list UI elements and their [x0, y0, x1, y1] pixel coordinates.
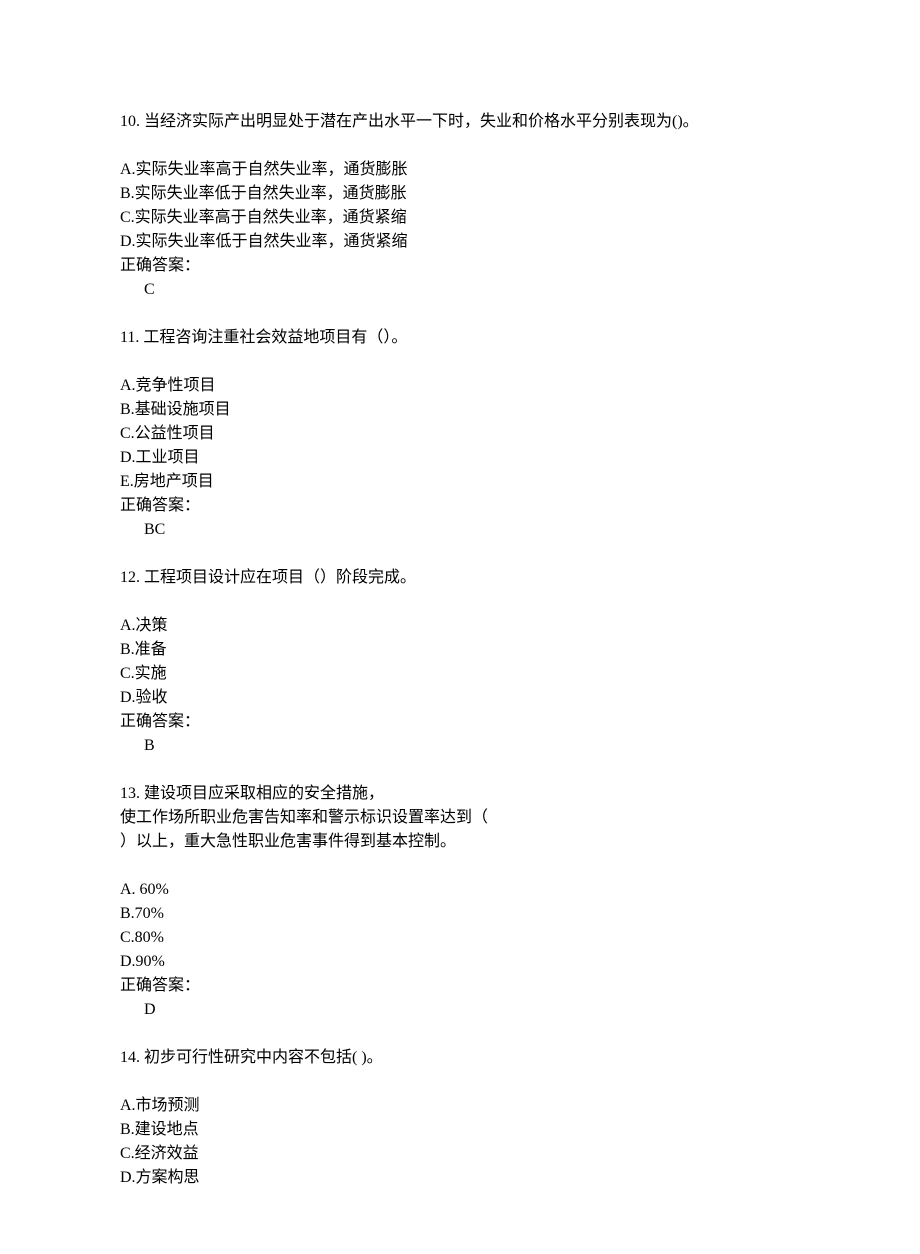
- option-c: C.实际失业率高于自然失业率，通货紧缩: [120, 206, 800, 230]
- question-body: 当经济实际产出明显处于潜在产出水平一下时，失业和价格水平分别表现为()。: [140, 113, 699, 130]
- question-10: 10. 当经济实际产出明显处于潜在产出水平一下时，失业和价格水平分别表现为()。…: [120, 110, 800, 302]
- answer-label: 正确答案：: [120, 974, 800, 998]
- option-c: C.实施: [120, 662, 800, 686]
- answer-value: D: [120, 998, 800, 1022]
- option-a: A. 60%: [120, 878, 800, 902]
- question-body: 建设项目应采取相应的安全措施，: [140, 785, 384, 802]
- question-number: 14.: [120, 1049, 140, 1066]
- question-text: 13. 建设项目应采取相应的安全措施， 使工作场所职业危害告知率和警示标识设置率…: [120, 782, 800, 854]
- options-group: A.市场预测 B.建设地点 C.经济效益 D.方案构思: [120, 1094, 800, 1190]
- question-number: 13.: [120, 785, 140, 802]
- option-b: B.实际失业率低于自然失业率，通货膨胀: [120, 182, 800, 206]
- question-body: 工程咨询注重社会效益地项目有（）。: [139, 329, 407, 346]
- option-d: D.方案构思: [120, 1166, 800, 1190]
- answer-label: 正确答案：: [120, 710, 800, 734]
- question-13: 13. 建设项目应采取相应的安全措施， 使工作场所职业危害告知率和警示标识设置率…: [120, 782, 800, 1022]
- options-group: A.决策 B.准备 C.实施 D.验收 正确答案： B: [120, 614, 800, 758]
- option-b: B.建设地点: [120, 1118, 800, 1142]
- option-d: D.验收: [120, 686, 800, 710]
- question-body: 工程项目设计应在项目（）阶段完成。: [140, 569, 416, 586]
- question-11: 11. 工程咨询注重社会效益地项目有（）。 A.竞争性项目 B.基础设施项目 C…: [120, 326, 800, 542]
- options-group: A.竞争性项目 B.基础设施项目 C.公益性项目 D.工业项目 E.房地产项目 …: [120, 374, 800, 542]
- question-extra-line-2: ）以上，重大急性职业危害事件得到基本控制。: [120, 830, 800, 854]
- option-a: A.市场预测: [120, 1094, 800, 1118]
- option-d: D.工业项目: [120, 446, 800, 470]
- option-c: C.公益性项目: [120, 422, 800, 446]
- answer-label: 正确答案：: [120, 494, 800, 518]
- question-body: 初步可行性研究中内容不包括( )。: [140, 1049, 383, 1066]
- option-a: A.决策: [120, 614, 800, 638]
- options-group: A.实际失业率高于自然失业率，通货膨胀 B.实际失业率低于自然失业率，通货膨胀 …: [120, 158, 800, 302]
- option-b: B.基础设施项目: [120, 398, 800, 422]
- question-text: 10. 当经济实际产出明显处于潜在产出水平一下时，失业和价格水平分别表现为()。: [120, 110, 800, 134]
- option-b: B.准备: [120, 638, 800, 662]
- answer-value: B: [120, 734, 800, 758]
- option-a: A.实际失业率高于自然失业率，通货膨胀: [120, 158, 800, 182]
- option-c: C.80%: [120, 926, 800, 950]
- question-number: 11.: [120, 329, 139, 346]
- answer-value: BC: [120, 518, 800, 542]
- question-number: 10.: [120, 113, 140, 130]
- question-number: 12.: [120, 569, 140, 586]
- question-text: 11. 工程咨询注重社会效益地项目有（）。: [120, 326, 800, 350]
- option-c: C.经济效益: [120, 1142, 800, 1166]
- option-d: D.实际失业率低于自然失业率，通货紧缩: [120, 230, 800, 254]
- option-e: E.房地产项目: [120, 470, 800, 494]
- question-extra-line-1: 使工作场所职业危害告知率和警示标识设置率达到（: [120, 806, 800, 830]
- question-text: 12. 工程项目设计应在项目（）阶段完成。: [120, 566, 800, 590]
- option-a: A.竞争性项目: [120, 374, 800, 398]
- options-group: A. 60% B.70% C.80% D.90% 正确答案： D: [120, 878, 800, 1022]
- answer-value: C: [120, 278, 800, 302]
- option-d: D.90%: [120, 950, 800, 974]
- question-12: 12. 工程项目设计应在项目（）阶段完成。 A.决策 B.准备 C.实施 D.验…: [120, 566, 800, 758]
- answer-label: 正确答案：: [120, 254, 800, 278]
- question-14: 14. 初步可行性研究中内容不包括( )。 A.市场预测 B.建设地点 C.经济…: [120, 1046, 800, 1190]
- option-b: B.70%: [120, 902, 800, 926]
- question-text: 14. 初步可行性研究中内容不包括( )。: [120, 1046, 800, 1070]
